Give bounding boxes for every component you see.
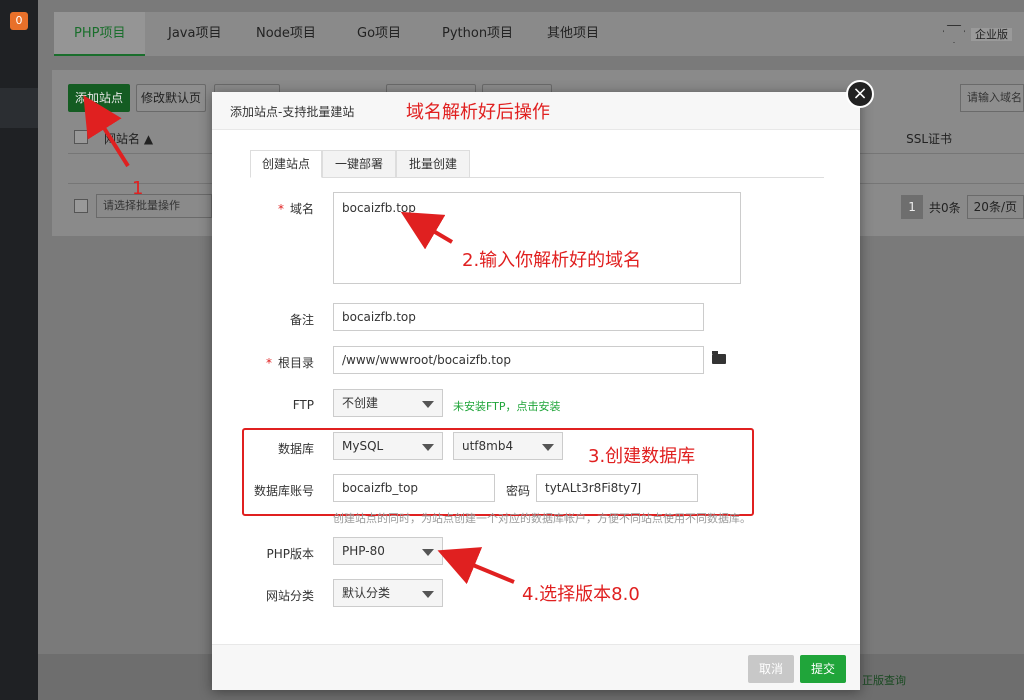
page-number[interactable]: 1 [901,195,924,219]
database-user-label: 数据库账号 [253,484,314,498]
dialog-footer: 取消 提交 [212,644,860,690]
enterprise-edition[interactable]: 企业版 [943,24,1012,46]
install-ftp-link[interactable]: 未安装FTP，点击安装 [453,398,561,414]
tab-node[interactable]: Node项目 [256,12,316,56]
annotation-header: 域名解析好后操作 [406,102,550,123]
remark-label: 备注 [289,313,314,327]
search-input[interactable]: 请输入域名 [960,84,1024,112]
batch-checkbox[interactable] [74,199,88,213]
tab-go[interactable]: Go项目 [357,12,401,56]
annotation-step3: 3.创建数据库 [588,446,696,467]
close-icon[interactable]: × [846,80,874,108]
annotation-step1: 1 [132,178,144,199]
chevron-down-icon [542,444,554,451]
notification-badge[interactable]: 0 [10,12,28,30]
add-site-dialog: 添加站点-支持批量建站 域名解析好后操作 创建站点 一键部署 批量创建 * 域名 … [212,92,860,690]
genuine-check-link[interactable]: 正版查询 [862,672,906,688]
chevron-down-icon [422,549,434,556]
database-password-label: 密码 [505,484,530,498]
database-user-input[interactable]: bocaizfb_top [333,474,495,502]
ftp-label: FTP [292,398,314,412]
root-dir-input[interactable]: /www/wwwroot/bocaizfb.top [333,346,704,374]
database-label: 数据库 [277,442,314,456]
diamond-icon [943,25,965,43]
dialog-header: 添加站点-支持批量建站 域名解析好后操作 [212,92,860,130]
batch-operation-select[interactable]: 请选择批量操作 [96,194,212,218]
remark-input[interactable]: bocaizfb.top [333,303,704,331]
cancel-button[interactable]: 取消 [748,655,794,683]
tab-python[interactable]: Python项目 [442,12,513,56]
database-charset-select[interactable]: utf8mb4 [453,432,563,460]
page-size-select[interactable]: 20条/页 [966,195,1024,219]
site-category-select[interactable]: 默认分类 [333,579,443,607]
sidebar-selected-item[interactable] [0,88,38,128]
pagination: 1 共0条 20条/页 [901,194,1024,220]
left-sidebar: 0 [0,0,38,700]
tab-batch-create[interactable]: 批量创建 [396,150,470,178]
column-ssl: SSL证书 [906,132,952,146]
tab-create-site[interactable]: 创建站点 [250,150,322,178]
root-dir-label: * 根目录 [265,356,314,370]
annotation-step4: 4.选择版本8.0 [522,584,640,605]
database-type-select[interactable]: MySQL [333,432,443,460]
tab-one-click-deploy[interactable]: 一键部署 [322,150,396,178]
dialog-title: 添加站点-支持批量建站 [230,105,355,119]
total-count: 共0条 [929,200,961,215]
site-category-label: 网站分类 [265,589,314,603]
edition-label: 企业版 [971,28,1012,41]
database-note: 创建站点的同时，为站点创建一个对应的数据库帐户，方便不同站点使用不同数据库。 [333,512,751,525]
select-all-checkbox[interactable] [74,130,88,144]
chevron-down-icon [422,401,434,408]
add-site-button[interactable]: 添加站点 [68,84,130,112]
php-version-label: PHP版本 [266,547,315,561]
php-version-select[interactable]: PHP-80 [333,537,443,565]
ftp-select[interactable]: 不创建 [333,389,443,417]
database-password-input[interactable]: tytALt3r8Fi8ty7J [536,474,698,502]
tab-java[interactable]: Java项目 [168,12,221,56]
folder-icon[interactable] [712,351,726,364]
chevron-down-icon [422,591,434,598]
annotation-step2: 2.输入你解析好的域名 [462,250,642,271]
project-tabs: PHP项目 Java项目 Node项目 Go项目 Python项目 其他项目 企… [54,12,1024,56]
chevron-down-icon [422,444,434,451]
submit-button[interactable]: 提交 [800,655,846,683]
column-site-name[interactable]: 网站名 ▲ [104,130,153,147]
modify-default-page-button[interactable]: 修改默认页 [136,84,206,112]
tab-other[interactable]: 其他项目 [547,12,599,56]
dialog-tabs: 创建站点 一键部署 批量创建 [250,150,824,178]
domain-label: * 域名 [277,202,314,216]
tab-php[interactable]: PHP项目 [54,12,146,56]
